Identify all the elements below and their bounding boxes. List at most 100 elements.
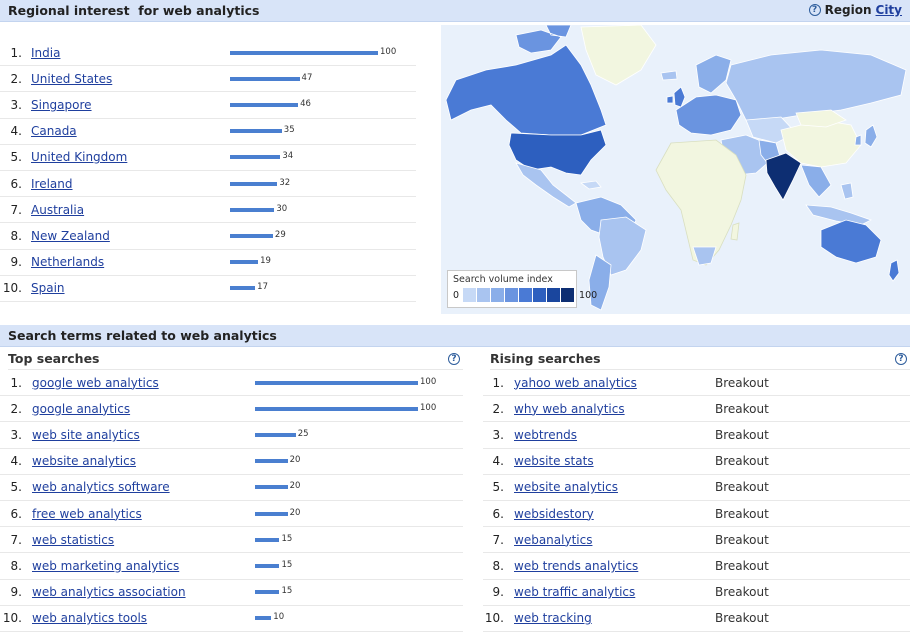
search-volume-value: 15 (281, 559, 293, 570)
search-volume-bar (255, 563, 280, 568)
search-term-link[interactable]: web trends analytics (514, 559, 638, 573)
rank-number: 4. (10, 124, 22, 139)
interest-value: 30 (276, 203, 288, 214)
rising-searches-title: Rising searches (490, 351, 601, 366)
search-volume-value: 15 (281, 533, 293, 544)
breakout-label: Breakout (715, 611, 769, 626)
country-link[interactable]: Australia (31, 203, 84, 217)
breakout-label: Breakout (715, 558, 769, 573)
country-link[interactable]: United States (31, 72, 112, 86)
rank-number: 3. (10, 427, 22, 442)
map-india (765, 152, 802, 201)
search-term-link[interactable]: google analytics (32, 402, 130, 416)
interest-bar (230, 129, 282, 134)
breakout-label: Breakout (715, 454, 769, 469)
search-term-link[interactable]: web statistics (32, 533, 114, 547)
search-volume-value: 10 (273, 612, 285, 623)
table-row: 10. web tracking Breakout (483, 606, 910, 632)
search-term-link[interactable]: web tracking (514, 611, 592, 625)
help-icon[interactable]: ? (448, 353, 460, 365)
search-volume-value: 20 (289, 481, 301, 492)
country-link[interactable]: Canada (31, 124, 77, 138)
table-row: 1. yahoo web analytics Breakout (483, 370, 910, 397)
table-row: 10. web analytics tools 10 (0, 606, 463, 632)
search-term-link[interactable]: website stats (514, 454, 594, 468)
city-link[interactable]: City (876, 3, 902, 17)
legend-title: Search volume index (453, 274, 553, 285)
interest-bar (230, 233, 273, 238)
search-volume-bar (255, 485, 288, 490)
breakout-label: Breakout (715, 532, 769, 547)
search-term-link[interactable]: web analytics software (32, 480, 170, 494)
search-term-link[interactable]: google web analytics (32, 376, 159, 390)
search-term-link[interactable]: web analytics association (32, 585, 186, 599)
table-row: 4. website stats Breakout (483, 449, 910, 475)
legend-swatches (463, 288, 576, 302)
interest-bar (230, 155, 281, 160)
interest-bar (230, 102, 299, 107)
search-term-link[interactable]: web marketing analytics (32, 559, 179, 573)
table-row: 3. webtrends Breakout (483, 422, 910, 449)
map-canada (445, 44, 607, 136)
help-icon[interactable]: ? (895, 353, 907, 365)
map-japan (854, 124, 878, 148)
country-link[interactable]: Ireland (31, 177, 73, 191)
search-term-link[interactable]: webanalytics (514, 533, 592, 547)
search-term-link[interactable]: website analytics (32, 454, 136, 468)
country-link[interactable]: United Kingdom (31, 150, 127, 164)
world-map[interactable]: Search volume index 0 100 (441, 25, 910, 314)
country-link[interactable]: Singapore (31, 98, 92, 112)
map-europe (675, 94, 742, 136)
map-se-asia (800, 164, 832, 198)
map-russia (725, 49, 907, 121)
search-volume-value: 100 (420, 376, 437, 387)
related-searches-header: Search terms related to web analytics (0, 325, 910, 347)
legend-swatch (547, 288, 562, 302)
search-term-link[interactable]: website analytics (514, 480, 618, 494)
rising-searches-list: 1. yahoo web analytics Breakout 2. why web a… (483, 370, 910, 632)
country-link[interactable]: New Zealand (31, 229, 110, 243)
rank-number: 6. (492, 506, 504, 521)
table-row: 3. web site analytics 25 (0, 422, 463, 449)
rank-number: 7. (10, 532, 22, 547)
country-link[interactable]: Netherlands (31, 255, 104, 269)
search-term-link[interactable]: webtrends (514, 428, 577, 442)
country-link[interactable]: Spain (31, 281, 65, 295)
rank-number: 9. (10, 585, 22, 600)
map-south-africa (692, 246, 717, 266)
help-icon[interactable]: ? (808, 4, 821, 16)
rank-number: 10. (2, 281, 22, 296)
table-row: 1. google web analytics 100 (0, 370, 463, 397)
rank-number: 2. (492, 401, 504, 416)
search-term-link[interactable]: web traffic analytics (514, 585, 635, 599)
map-madagascar (730, 222, 740, 241)
rank-number: 5. (10, 480, 22, 495)
search-term-link[interactable]: why web analytics (514, 402, 625, 416)
rank-number: 1. (10, 375, 22, 390)
list-item: 4. Canada 35 (0, 119, 416, 145)
interest-bar (230, 181, 278, 186)
rank-number: 7. (492, 532, 504, 547)
table-row: 6. websidestory Breakout (483, 501, 910, 528)
search-volume-value: 25 (297, 428, 309, 439)
search-term-link[interactable]: web analytics tools (32, 611, 147, 625)
table-row: 2. google analytics 100 (0, 396, 463, 423)
map-caribbean (579, 180, 602, 190)
breakout-label: Breakout (715, 401, 769, 416)
search-term-link[interactable]: websidestory (514, 507, 594, 521)
legend-swatch (519, 288, 534, 302)
search-term-link[interactable]: web site analytics (32, 428, 140, 442)
country-link[interactable]: India (31, 46, 60, 60)
search-term-link[interactable]: yahoo web analytics (514, 376, 637, 390)
interest-value: 32 (279, 177, 291, 188)
search-volume-value: 15 (281, 586, 293, 597)
rank-number: 10. (484, 611, 504, 626)
table-row: 4. website analytics 20 (0, 449, 463, 475)
table-row: 7. web statistics 15 (0, 527, 463, 554)
table-row: 8. web marketing analytics 15 (0, 553, 463, 580)
breakout-label: Breakout (715, 480, 769, 495)
rising-searches-header: Rising searches ? (490, 348, 910, 370)
legend-swatch (561, 288, 576, 302)
search-term-link[interactable]: free web analytics (32, 507, 142, 521)
legend-max: 100 (579, 289, 598, 301)
